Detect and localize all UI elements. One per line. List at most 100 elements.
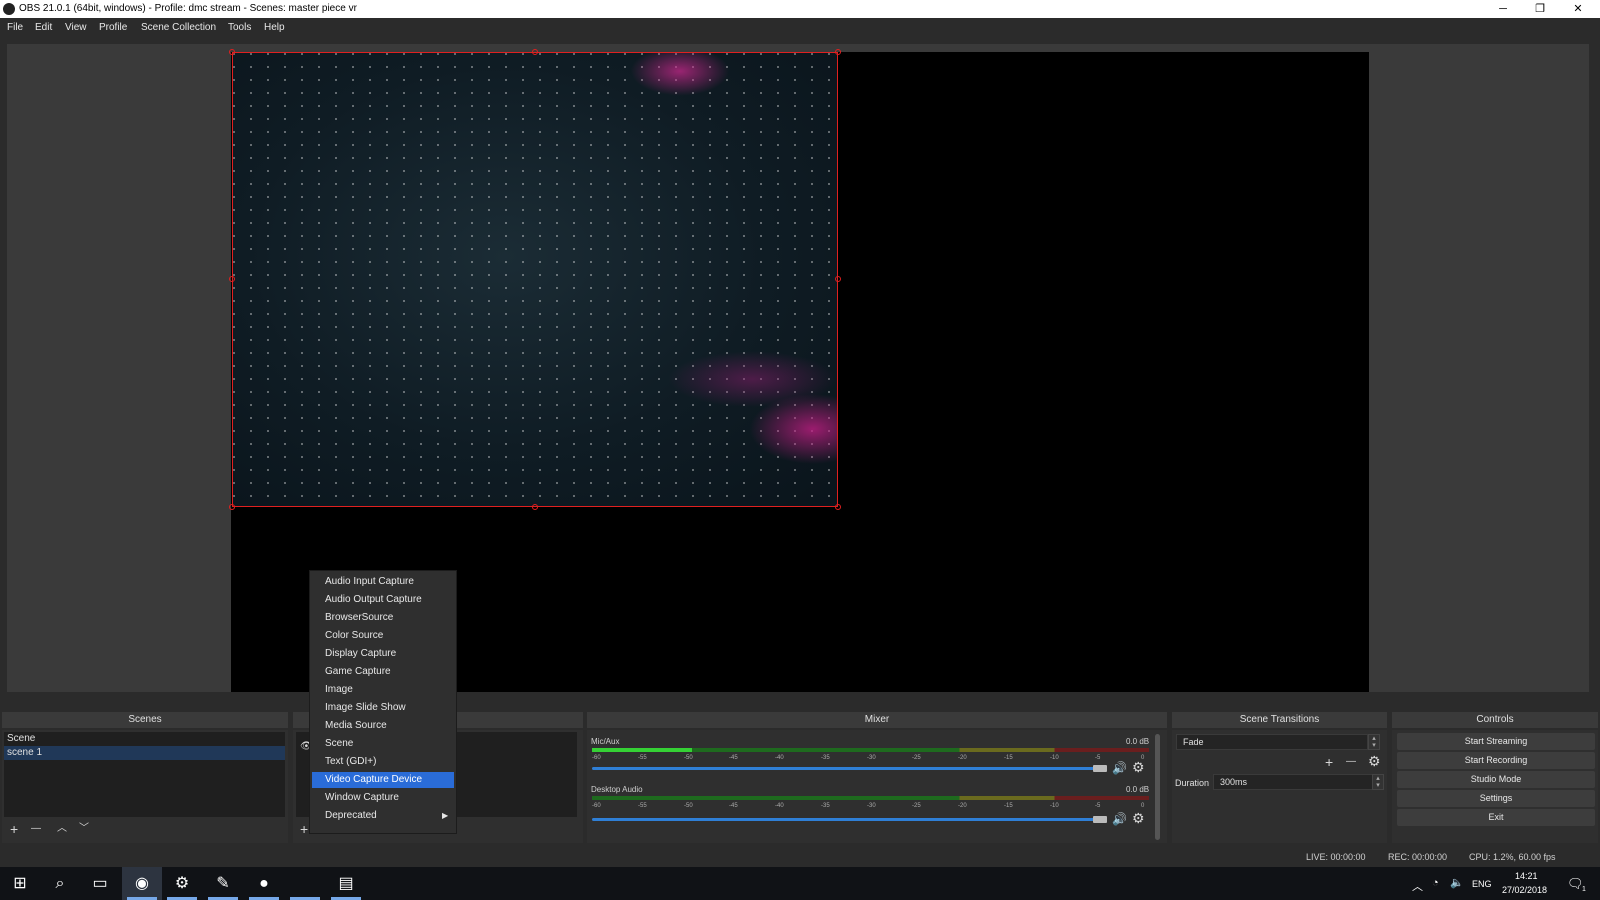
volume-slider-handle[interactable] <box>1093 816 1107 823</box>
paint-icon[interactable]: ✎ <box>203 867 243 900</box>
menu-item-color-source[interactable]: Color Source <box>312 628 454 644</box>
meter-tick-label: -50 <box>684 755 693 761</box>
duration-input[interactable]: 300ms <box>1213 774 1373 790</box>
menu-edit[interactable]: Edit <box>35 22 52 33</box>
speaker-icon[interactable]: 🔊 <box>1112 761 1127 775</box>
start-recording-button[interactable]: Start Recording <box>1397 752 1595 769</box>
exit-button[interactable]: Exit <box>1397 809 1595 826</box>
menu-file[interactable]: File <box>7 22 23 33</box>
channel-db-mic-aux: 0.0 dB <box>1126 737 1150 746</box>
windows-start-icon[interactable]: ⊞ <box>0 867 40 900</box>
menu-item-text-gdi[interactable]: Text (GDI+) <box>312 754 454 770</box>
menu-item-browser-source[interactable]: BrowserSource <box>312 610 454 626</box>
resize-handle[interactable] <box>532 49 538 55</box>
resize-handle[interactable] <box>229 504 235 510</box>
meter-tick-label: -15 <box>1004 803 1013 809</box>
menu-item-deprecated[interactable]: Deprecated <box>312 808 454 824</box>
meter-tick-label: -25 <box>912 803 921 809</box>
gear-icon[interactable]: ⚙ <box>1368 754 1381 768</box>
settings-button[interactable]: Settings <box>1397 790 1595 807</box>
menu-help[interactable]: Help <box>264 22 285 33</box>
tray-chevron-icon[interactable]: ︿ <box>1412 878 1423 894</box>
menu-item-window-capture[interactable]: Window Capture <box>312 790 454 806</box>
menu-item-video-capture-device[interactable]: Video Capture Device <box>312 772 454 788</box>
menu-item-display-capture[interactable]: Display Capture <box>312 646 454 662</box>
task-view-icon[interactable]: ▭ <box>80 867 120 900</box>
scenes-list: Scene scene 1 <box>4 732 285 817</box>
clock-time[interactable]: 14:21 <box>1515 871 1538 881</box>
transition-select[interactable]: Fade <box>1176 734 1368 750</box>
move-scene-down-icon[interactable]: ﹀ <box>79 822 89 836</box>
meter-tick-label: -35 <box>821 803 830 809</box>
duration-spinner[interactable]: ▴ ▾ <box>1372 774 1384 790</box>
menu-item-image[interactable]: Image <box>312 682 454 698</box>
scene-item-selected[interactable]: scene 1 <box>4 746 285 760</box>
start-streaming-button[interactable]: Start Streaming <box>1397 733 1595 750</box>
minimize-button[interactable]: ─ <box>1485 0 1521 18</box>
transitions-dock-title: Scene Transitions <box>1172 712 1387 728</box>
menu-item-audio-output-capture[interactable]: Audio Output Capture <box>312 592 454 608</box>
meter-tick-label: -5 <box>1095 755 1101 761</box>
resize-handle[interactable] <box>229 49 235 55</box>
app-icon[interactable]: ● <box>244 867 284 900</box>
channel-name-desktop-audio: Desktop Audio <box>591 785 643 794</box>
channel-name-mic-aux: Mic/Aux <box>591 737 620 746</box>
move-scene-up-icon[interactable]: ︿ <box>57 822 67 836</box>
meter-tick-label: -55 <box>638 803 647 809</box>
transition-select-arrow[interactable]: ▴ ▾ <box>1368 734 1380 750</box>
meter-tick-label: -55 <box>638 755 647 761</box>
controls-dock-title: Controls <box>1392 712 1598 728</box>
gear-icon[interactable]: ⚙ <box>1132 760 1145 774</box>
remove-transition-icon[interactable]: — <box>1346 755 1356 769</box>
resize-handle[interactable] <box>835 504 841 510</box>
menu-item-scene[interactable]: Scene <box>312 736 454 752</box>
cpu-status: CPU: 1.2%, 60.00 fps <box>1469 852 1556 862</box>
meter-tick-label: -60 <box>592 755 601 761</box>
resize-handle[interactable] <box>835 276 841 282</box>
speaker-icon[interactable]: 🔊 <box>1112 812 1127 826</box>
notification-count: 1 <box>1582 886 1586 893</box>
close-button[interactable]: ✕ <box>1560 0 1596 18</box>
menu-item-media-source[interactable]: Media Source <box>312 718 454 734</box>
explorer-icon[interactable]: ▤ <box>326 867 366 900</box>
mixer-dock <box>587 730 1167 843</box>
network-icon[interactable]: ◔ <box>1432 877 1439 889</box>
meter-tick-label: -45 <box>729 803 738 809</box>
meter-tick-label: -15 <box>1004 755 1013 761</box>
add-source-context-menu: Audio Input Capture Audio Output Capture… <box>309 570 457 834</box>
restore-button[interactable]: ❐ <box>1522 0 1558 18</box>
add-scene-icon[interactable]: + <box>10 822 18 836</box>
steam-icon[interactable]: ⚙ <box>162 867 202 900</box>
clock-date[interactable]: 27/02/2018 <box>1502 885 1547 895</box>
add-source-icon[interactable]: + <box>300 822 308 836</box>
studio-mode-button[interactable]: Studio Mode <box>1397 771 1595 788</box>
language-indicator[interactable]: ENG <box>1472 879 1492 889</box>
volume-slider-handle[interactable] <box>1093 765 1107 772</box>
menu-view[interactable]: View <box>65 22 87 33</box>
scene-item[interactable]: Scene <box>4 732 285 746</box>
meter-tick-label: -20 <box>958 803 967 809</box>
obs-taskbar-icon[interactable]: ◉ <box>122 867 162 900</box>
resize-handle[interactable] <box>835 49 841 55</box>
menu-item-game-capture[interactable]: Game Capture <box>312 664 454 680</box>
resize-handle[interactable] <box>532 504 538 510</box>
volume-slider-desktop-audio[interactable] <box>592 818 1100 821</box>
menu-scene-collection[interactable]: Scene Collection <box>141 22 216 33</box>
resize-handle[interactable] <box>229 276 235 282</box>
window-title: OBS 21.0.1 (64bit, windows) - Profile: d… <box>19 3 357 14</box>
mixer-scrollbar[interactable] <box>1155 734 1160 840</box>
menu-profile[interactable]: Profile <box>99 22 127 33</box>
volume-slider-mic-aux[interactable] <box>592 767 1100 770</box>
title-bar: OBS 21.0.1 (64bit, windows) - Profile: d… <box>0 0 1600 18</box>
menu-tools[interactable]: Tools <box>228 22 251 33</box>
remove-scene-icon[interactable]: — <box>31 822 41 836</box>
add-transition-icon[interactable]: + <box>1325 755 1333 769</box>
menu-item-audio-input-capture[interactable]: Audio Input Capture <box>312 574 454 590</box>
menu-item-image-slide-show[interactable]: Image Slide Show <box>312 700 454 716</box>
volume-icon[interactable]: 🔈 <box>1450 876 1464 889</box>
search-icon[interactable]: ⌕ <box>40 867 80 900</box>
gear-icon[interactable]: ⚙ <box>1132 811 1145 825</box>
meter-tick-label: -5 <box>1095 803 1101 809</box>
selected-image-source[interactable] <box>232 52 838 507</box>
meter-tick-label: -10 <box>1050 755 1059 761</box>
